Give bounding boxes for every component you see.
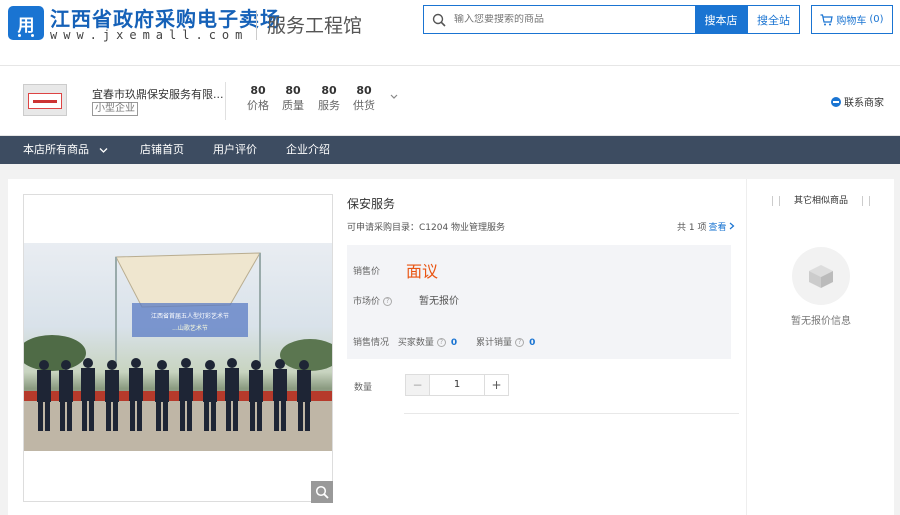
empty-text: 暂无报价信息 [791, 316, 851, 327]
title-decoration [771, 195, 780, 206]
photo-sign-line2: ...山歌艺术节 [172, 324, 208, 332]
security-guards-photo: 江西省首届五人型灯彩艺术节 ...山歌艺术节 [24, 252, 332, 451]
quantity-increase-button[interactable]: + [484, 375, 508, 395]
nav-label: 本店所有商品 [23, 143, 89, 156]
cumulative-sales-label: 累计销量 [476, 338, 513, 348]
catalog-count: 共 1 项查看 [677, 220, 735, 233]
market-price-value: 暂无报价 [419, 296, 459, 307]
section-name: 服务工程馆 [267, 15, 363, 37]
divider [404, 413, 739, 414]
similar-products-panel: 其它相似商品 暂无报价信息 [746, 179, 894, 515]
quantity-input[interactable]: 1 [430, 375, 484, 395]
chevron-right-icon [729, 222, 735, 230]
cart-wheels-icon [18, 34, 34, 37]
store-type-tag: 小型企业 [92, 102, 138, 116]
score-label: 供货 [353, 99, 375, 112]
help-icon[interactable]: ? [383, 297, 393, 306]
quantity-stepper: − 1 + [405, 374, 509, 396]
score-supply: 80 供货 [344, 84, 384, 114]
logo-glyph: 用 [17, 15, 35, 36]
score-label: 服务 [318, 99, 340, 112]
contact-label: 联系商家 [844, 98, 884, 109]
cart-count: (0) [869, 14, 884, 25]
cart-icon [820, 13, 834, 25]
empty-box-icon [792, 247, 850, 305]
site-url: www.jxemall.com [50, 28, 249, 42]
nav-all-products[interactable]: 本店所有商品 [0, 136, 118, 164]
store-divider [225, 82, 226, 120]
similar-products-title: 其它相似商品 [747, 193, 895, 206]
store-bar: 宜春市玖鼎保安服务有限... 小型企业 80 价格 80 质量 80 服务 80… [0, 66, 900, 136]
buyers-label: 买家数量 [397, 338, 434, 348]
score-service: 80 服务 [309, 84, 349, 114]
market-price-label-text: 市场价 [353, 297, 381, 307]
score-value: 80 [285, 84, 301, 97]
product-title: 保安服务 [347, 197, 396, 211]
cart-label: 购物车 [836, 16, 867, 27]
product-main: 江西省首届五人型灯彩艺术节 ...山歌艺术节 保安服务 可申请采购目录：C120… [8, 179, 894, 515]
contact-icon [831, 96, 841, 107]
logo-divider [256, 10, 257, 40]
store-nav: 本店所有商品 店铺首页 用户评价 企业介绍 [0, 136, 900, 164]
score-value: 80 [321, 84, 337, 97]
store-name[interactable]: 宜春市玖鼎保安服务有限... [92, 86, 224, 102]
buyers-value: 0 [450, 338, 458, 348]
quantity-label: 数量 [354, 383, 373, 393]
quantity-decrease-button[interactable]: − [406, 375, 430, 395]
score-value: 80 [250, 84, 266, 97]
score-price: 80 价格 [238, 84, 278, 114]
score-label: 价格 [247, 99, 269, 112]
price-label: 销售价 [353, 267, 381, 277]
nav-company-intro[interactable]: 企业介绍 [286, 136, 330, 164]
nav-store-home[interactable]: 店铺首页 [140, 136, 184, 164]
product-photo[interactable]: 江西省首届五人型灯彩艺术节 ...山歌艺术节 [24, 243, 332, 451]
score-value: 80 [356, 84, 372, 97]
store-logo[interactable] [23, 84, 67, 116]
price-value: 面议 [406, 262, 439, 281]
search-box [423, 5, 695, 34]
catalog-count-text: 共 1 项 [677, 223, 707, 233]
score-label: 质量 [282, 99, 304, 112]
sales-label: 销售情况 [353, 338, 390, 348]
cumulative-sales-value: 0 [529, 338, 536, 348]
similar-products-title-text: 其它相似商品 [793, 196, 848, 206]
search-input[interactable] [454, 14, 684, 25]
site-logo-icon[interactable]: 用 [8, 6, 44, 40]
product-image-frame: 江西省首届五人型灯彩艺术节 ...山歌艺术节 [23, 194, 333, 503]
catalog-info: 可申请采购目录：C1204 物业管理服务 [347, 223, 506, 233]
zoom-magnifier-icon [315, 485, 329, 499]
contact-seller-button[interactable]: 联系商家 [831, 94, 884, 109]
photo-sign-line1: 江西省首届五人型灯彩艺术节 [151, 312, 229, 320]
nav-user-reviews[interactable]: 用户评价 [213, 136, 257, 164]
cart-button[interactable]: 购物车 (0) [811, 5, 893, 34]
catalog-view-link[interactable]: 查看 [708, 223, 726, 233]
search-icon [432, 13, 446, 27]
zoom-button[interactable] [311, 481, 333, 503]
chevron-down-icon [99, 147, 107, 153]
title-decoration [862, 195, 870, 206]
price-box: 销售价 面议 市场价? 暂无报价 销售情况 买家数量? 0 累计销量? 0 [347, 245, 731, 359]
site-header: 用 江西省政府采购电子卖场 www.jxemall.com 服务工程馆 搜本店 … [0, 0, 900, 66]
store-plaque-image [28, 93, 62, 109]
search-all-button[interactable]: 搜全站 [747, 5, 800, 34]
chevron-down-icon[interactable] [389, 92, 399, 102]
search-store-button[interactable]: 搜本店 [695, 5, 747, 34]
market-price-label: 市场价? [353, 294, 393, 307]
help-icon[interactable]: ? [436, 338, 446, 347]
sales-info: 销售情况 买家数量? 0 累计销量? 0 [353, 335, 535, 348]
score-quality: 80 质量 [273, 84, 313, 114]
help-icon[interactable]: ? [515, 338, 525, 347]
